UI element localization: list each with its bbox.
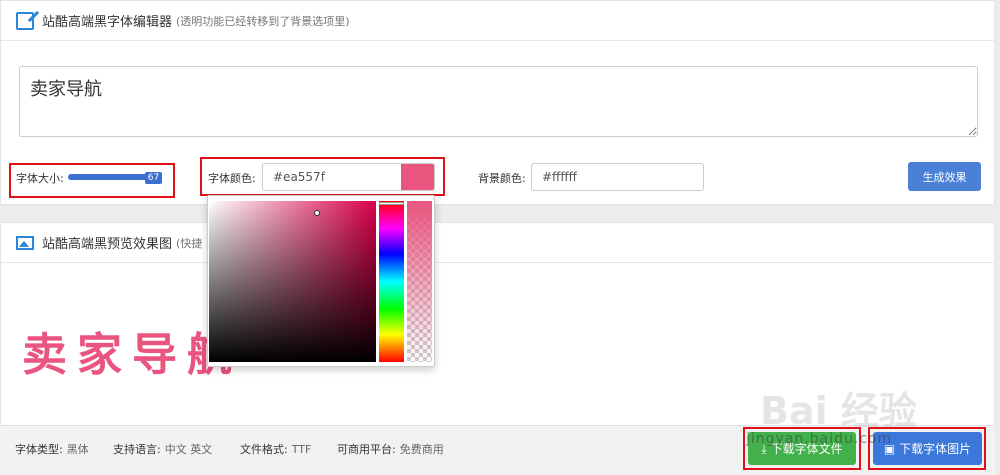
watermark-site: jingyan.baidu.com: [746, 431, 893, 447]
format-label: 文件格式:: [240, 443, 288, 456]
editor-title: 站酷高端黑字体编辑器: [42, 15, 173, 30]
color-picker[interactable]: [207, 195, 435, 367]
language-value: 中文 英文: [164, 443, 213, 456]
bg-color-swatch[interactable]: [669, 163, 704, 191]
download-image-label: 下载字体图片: [899, 442, 972, 456]
bg-color-label: 背景颜色:: [478, 172, 526, 185]
hue-slider[interactable]: [379, 201, 404, 362]
saturation-area[interactable]: [209, 201, 376, 362]
format-value: TTF: [291, 443, 312, 456]
generate-button[interactable]: 生成效果: [908, 162, 981, 191]
font-size-label: 字体大小:: [16, 172, 64, 185]
saturation-handle[interactable]: [314, 210, 320, 216]
commercial-value: 免费商用: [399, 443, 444, 456]
edit-icon: [16, 11, 34, 30]
font-color-input[interactable]: [262, 163, 402, 191]
preview-subtitle: (快捷: [176, 236, 203, 250]
alpha-slider[interactable]: [407, 201, 432, 362]
font-type-label: 字体类型:: [15, 443, 63, 456]
font-color-swatch[interactable]: [401, 163, 435, 191]
editor-header: 站酷高端黑字体编辑器 (透明功能已经转移到了背景选项里): [1, 1, 994, 41]
watermark-logo: Bai 经验: [760, 389, 917, 433]
font-type-value: 黑体: [66, 443, 89, 456]
text-input[interactable]: [19, 66, 978, 137]
font-type-meta: 字体类型: 黑体: [15, 441, 89, 457]
format-meta: 文件格式: TTF: [240, 441, 311, 457]
font-size-value[interactable]: 67: [145, 172, 162, 184]
preview-header: 站酷高端黑预览效果图 (快捷: [1, 223, 994, 263]
image-icon: [16, 235, 34, 250]
bg-color-input[interactable]: [531, 163, 670, 191]
language-meta: 支持语言: 中文 英文: [113, 441, 212, 457]
commercial-meta: 可商用平台: 免费商用: [337, 441, 444, 457]
preview-title: 站酷高端黑预览效果图: [42, 237, 173, 252]
hue-handle[interactable]: [379, 202, 404, 205]
font-color-label: 字体颜色:: [208, 172, 256, 185]
commercial-label: 可商用平台:: [337, 443, 396, 456]
editor-subtitle: (透明功能已经转移到了背景选项里): [176, 14, 350, 28]
language-label: 支持语言:: [113, 443, 161, 456]
